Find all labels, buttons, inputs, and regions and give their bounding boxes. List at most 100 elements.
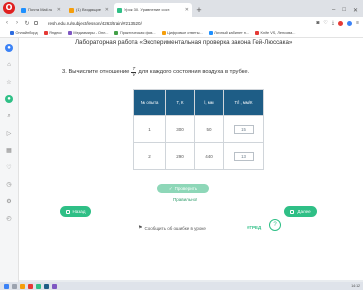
cell-experiment: 2 [133,142,166,170]
result-message: Правильно! [173,197,198,202]
bookmark-item[interactable]: Медиамиры - Онл... [67,31,109,35]
heart-icon[interactable]: ♡ [5,163,13,171]
lock-icon [34,21,38,25]
cell-length: 50 [194,115,224,143]
bookmark-favicon-icon [10,31,14,35]
header-ratio: T/l , мм/К [223,89,264,116]
check-button-label: Проверить [174,186,198,191]
task-fraction: T V [131,66,137,77]
speed-dial-icon[interactable]: ● [5,44,13,52]
url-field[interactable]: resh.edu.ru/subject/lesson/4263/train/#2… [48,21,142,26]
data-table: № опыта T, К l, мм T/l , мм/К 1 300 50 1… [133,89,264,170]
search-icon[interactable] [12,283,17,289]
menu-icon[interactable]: ≡ [356,20,359,26]
os-taskbar: 14:12 [0,282,363,290]
forward-arrow-icon[interactable]: › [14,20,20,26]
next-button[interactable]: Далее [284,206,317,217]
bookmark-item[interactable]: Онлайнборд [10,31,38,35]
close-icon[interactable]: ✕ [105,3,109,17]
page-title: Лабораторная работа «Экспериментальная п… [75,39,293,46]
window-controls: – □ ✕ [332,3,363,17]
clock-icon[interactable]: ◴ [5,214,13,222]
answer-input[interactable]: 13 [233,151,254,161]
brand-label: #ГРЕД [247,225,262,230]
tab-inbox[interactable]: (1) Входящие ✕ [66,3,112,17]
extension-red-icon[interactable] [338,20,344,26]
extension-blue-icon[interactable] [347,20,353,26]
opera-logo-icon[interactable]: O [3,2,15,14]
word-icon[interactable] [44,283,49,289]
fraction-numerator: T [132,66,136,71]
check-icon: ✓ [168,186,173,191]
tab-mail[interactable]: Почта Mail.ru ✕ [18,3,64,17]
tab-lesson[interactable]: Урок 30. Уравнение сост. ✕ [114,3,192,17]
table-row: 1 300 50 15 [133,115,264,143]
bookmark-item[interactable]: Цифровые ответы... [161,31,203,35]
folder-icon[interactable] [20,283,25,289]
next-button-label: Далее [297,209,311,214]
history-icon[interactable]: ◷ [5,180,13,188]
system-clock: 14:12 [351,284,360,288]
bookmark-item[interactable]: Личный кабинет п... [208,31,249,35]
header-experiment: № опыта [133,89,166,116]
lesson-page: Лабораторная работа «Экспериментальная п… [19,38,363,280]
bookmark-label: Личный кабинет п... [214,31,249,35]
download-icon[interactable]: ⤓ [332,20,334,26]
task-prefix: 3. Вычислите отношение [62,68,130,75]
grid-icon[interactable]: ▦ [5,146,13,154]
answer-input[interactable]: 15 [233,124,254,134]
cell-experiment: 1 [133,115,166,143]
bookmark-item[interactable]: Яндекс [43,31,62,35]
next-icon [290,209,295,214]
camera-icon[interactable]: ◙ [316,20,319,26]
bookmark-label: Онлайнборд [15,31,38,35]
settings-icon[interactable]: ⚙ [5,197,13,205]
table-row: 2 290 440 13 [133,142,264,170]
reload-icon[interactable]: ↻ [24,20,30,27]
flag-icon: ⚑ [138,225,143,231]
back-icon [65,209,70,214]
tab-lesson-label: Урок 30. Уравнение сост. [124,7,171,12]
minimize-icon[interactable]: – [332,7,335,13]
star-icon[interactable]: ☆ [5,78,13,86]
bookmark-favicon-icon [67,31,72,35]
back-button[interactable]: Назад [60,206,91,217]
start-icon[interactable] [4,283,9,289]
opera-icon[interactable] [28,283,33,289]
back-button-label: Назад [72,209,86,214]
search-icon[interactable]: ⌕ [5,112,13,120]
bookmark-label: Цифровые ответы... [167,31,203,35]
tab-inbox-label: (1) Входящие [76,7,101,12]
close-window-icon[interactable]: ✕ [353,7,358,14]
browser-tools: ◙ ♡ ⤓ ≡ [316,20,359,26]
heart-icon[interactable]: ♡ [323,20,327,26]
messenger-icon[interactable]: ● [5,95,13,103]
bookmark-item[interactable]: Knife VS, Ленсова... [255,31,295,35]
new-tab-button[interactable]: + [194,3,204,17]
table-header-row: № опыта T, К l, мм T/l , мм/К [133,89,264,116]
cell-answer: 15 [223,115,264,143]
maximize-icon[interactable]: □ [342,7,346,13]
fraction-denominator: V [132,71,136,77]
address-bar: ‹ › ↻ resh.edu.ru/subject/lesson/4263/tr… [0,17,363,29]
cell-temperature: 300 [165,115,195,143]
bookmark-item[interactable]: Практическая физ... [114,31,156,35]
back-arrow-icon[interactable]: ‹ [4,20,10,26]
report-error-link[interactable]: ⚑ Сообщить об ошибке в уроке [138,225,206,231]
cell-length: 440 [194,142,224,170]
bookmark-favicon-icon [255,31,259,35]
browser-sidebar: ● ⌂ ☆ ● ⌕ ▷ ▦ ♡ ◷ ⚙ ◴ [0,38,19,290]
bookmark-label: Медиамиры - Онл... [73,31,109,35]
app-icon[interactable] [52,283,57,289]
mail-favicon-icon [21,7,26,13]
cell-temperature: 290 [165,142,195,170]
app-icon[interactable] [36,283,41,289]
help-button[interactable]: ? [269,219,281,231]
check-button[interactable]: ✓ Проверить [157,184,209,193]
bookmark-label: Knife VS, Ленсова... [260,31,296,35]
home-icon[interactable]: ⌂ [5,61,13,69]
play-icon[interactable]: ▷ [5,129,13,137]
close-icon[interactable]: ✕ [57,3,61,17]
inbox-favicon-icon [69,7,74,13]
close-icon[interactable]: ✕ [185,3,189,17]
